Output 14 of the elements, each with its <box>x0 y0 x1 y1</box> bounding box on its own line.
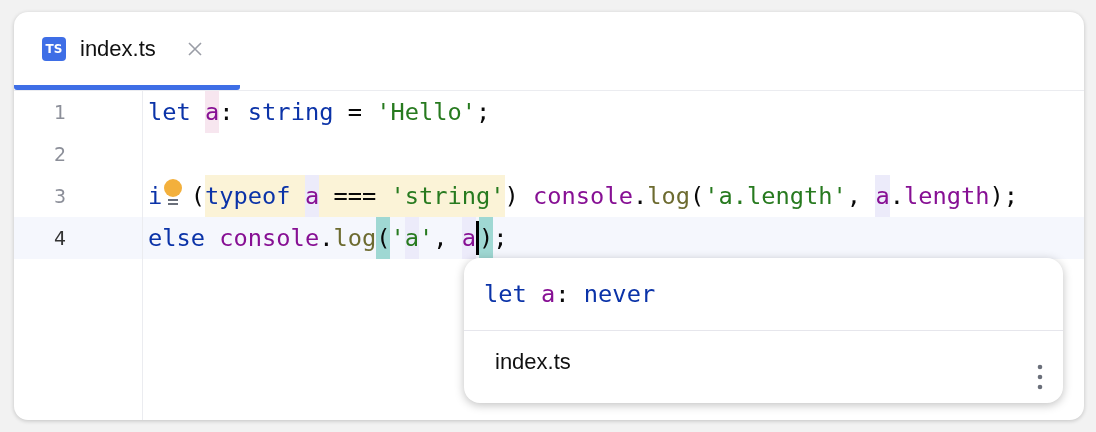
line-number: 3 <box>54 185 67 207</box>
more-options-icon[interactable] <box>1037 364 1043 390</box>
text-caret <box>476 221 480 255</box>
editor-tab[interactable]: TS index.ts <box>14 12 240 90</box>
line-number: 2 <box>54 143 67 165</box>
code-line: i (typeof a === 'string') console.log('a.length', a.length); <box>148 175 1019 217</box>
typescript-file-icon: TS <box>42 36 66 61</box>
close-icon[interactable] <box>187 41 202 56</box>
line-number: 1 <box>54 101 67 123</box>
type-signature: let a: never <box>484 279 656 310</box>
file-name: index.ts <box>495 349 572 375</box>
line-number: 4 <box>54 227 67 249</box>
code-line: let a: string = 'Hello'; <box>148 91 491 133</box>
code-line: else console.log('a', a); <box>148 217 508 259</box>
